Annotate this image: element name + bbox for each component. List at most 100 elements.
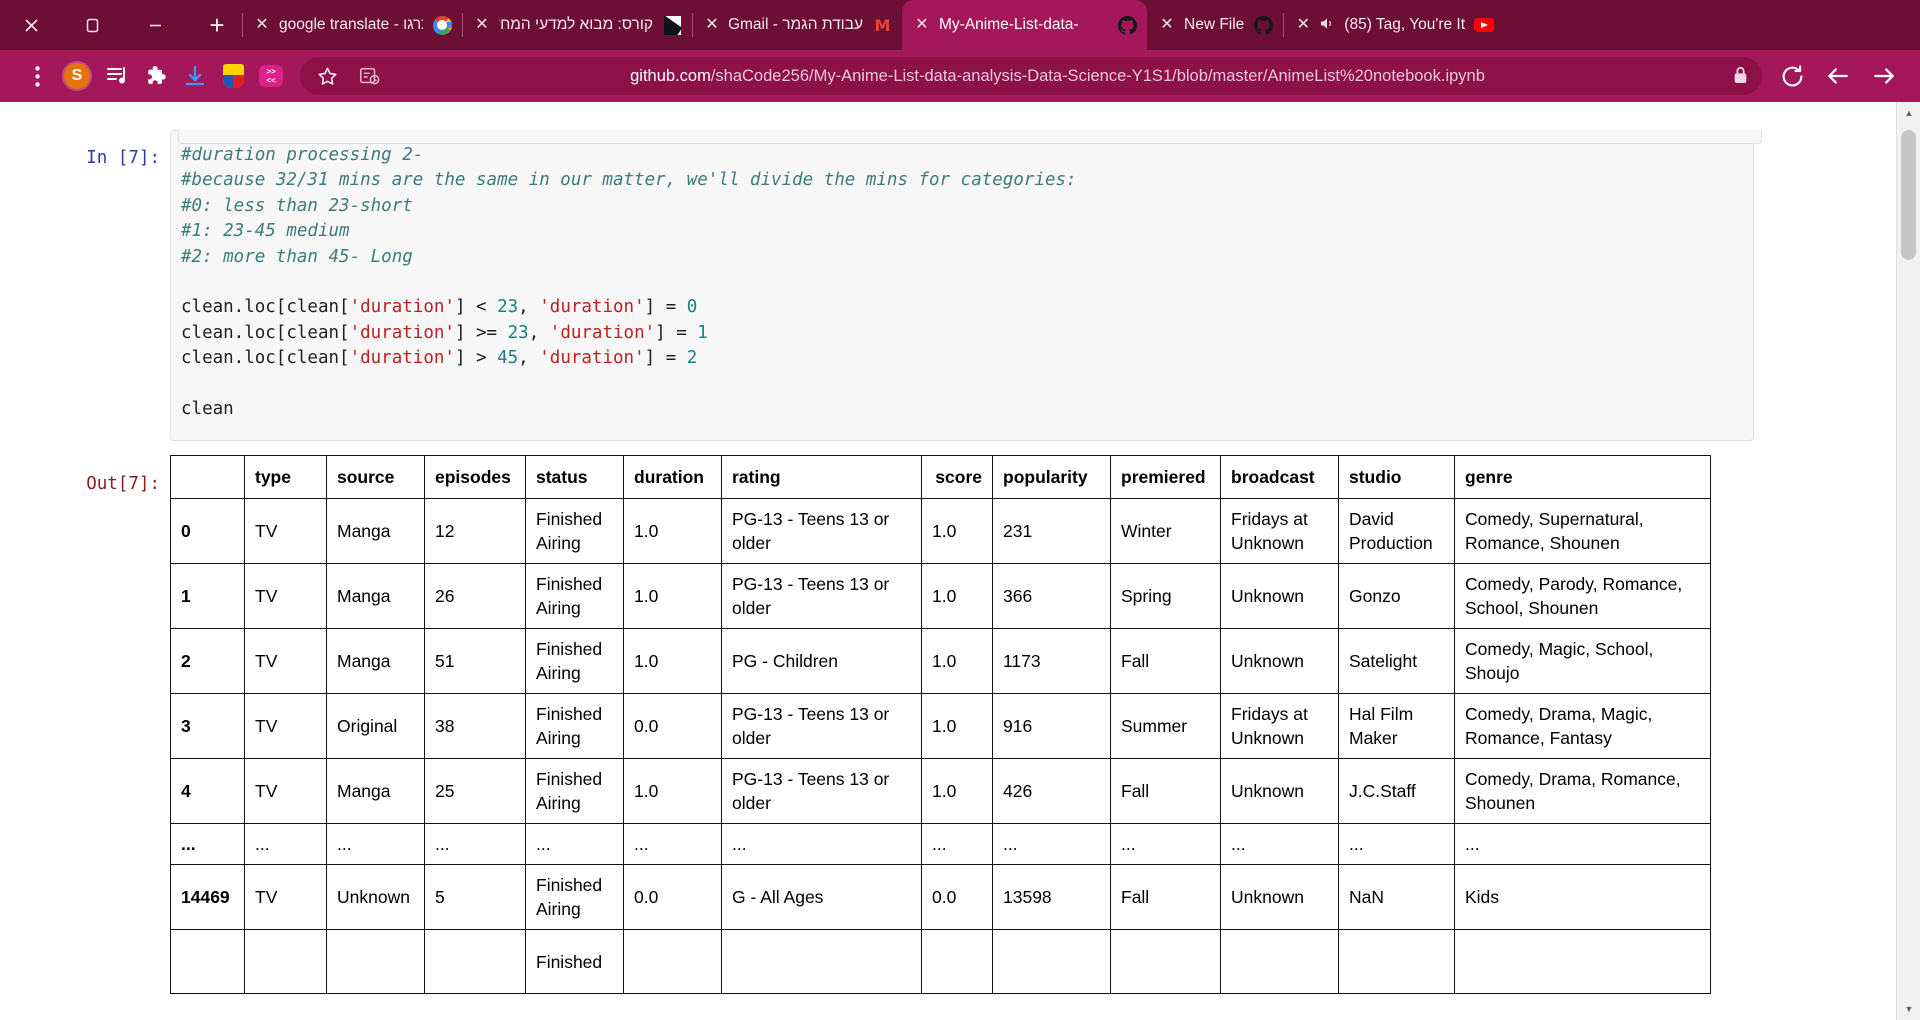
- close-icon[interactable]: ✕: [1295, 17, 1311, 33]
- avatar[interactable]: S: [62, 61, 92, 91]
- scroll-up-arrow[interactable]: ▲: [1897, 102, 1920, 124]
- tab-youtube-tag-youre-it[interactable]: ✕ (85) Tag, You're It: [1283, 0, 1504, 50]
- cell-status: Finished Airing: [525, 498, 624, 565]
- cell-type: [244, 929, 327, 995]
- tab-moodle-course[interactable]: ✕ קורס: מבוא למדעי המחשב: [462, 0, 692, 50]
- url-domain: github.com: [630, 66, 711, 85]
- column-header-status: status: [525, 455, 624, 500]
- close-icon[interactable]: ✕: [1159, 17, 1175, 33]
- tab-gmail[interactable]: ✕ עבודת הגמר - Gmail M: [692, 0, 902, 50]
- dataframe-table: type source episodes status duration rat…: [170, 455, 1711, 995]
- forward-arrow-icon[interactable]: [1864, 56, 1904, 96]
- cell-popularity: 1173: [992, 628, 1111, 695]
- cell-source: Manga: [326, 628, 425, 695]
- cell-studio: David Production: [1338, 498, 1455, 565]
- extension-translate-icon[interactable]: >> <<: [252, 57, 290, 95]
- code-editor[interactable]: #duration processing 2- #because 32/31 m…: [170, 130, 1754, 442]
- three-dots-vertical-icon[interactable]: [18, 57, 56, 95]
- cell-source: [326, 929, 425, 995]
- cell-popularity: 426: [992, 758, 1111, 825]
- url-path: /shaCode256/My-Anime-List-data-analysis-…: [710, 66, 1485, 85]
- lock-icon[interactable]: [1733, 66, 1748, 87]
- cell-score: 1.0: [921, 758, 993, 825]
- cell-duration: 1.0: [623, 758, 722, 825]
- dataframe-output: type source episodes status duration rat…: [170, 455, 1711, 995]
- cell-episodes: 5: [424, 864, 526, 931]
- youtube-icon: [1474, 15, 1495, 35]
- row-index: 0: [170, 498, 245, 565]
- cell-status: Finished Airing: [525, 758, 624, 825]
- column-header-duration: duration: [623, 455, 722, 500]
- star-icon[interactable]: [308, 57, 346, 95]
- cell-episodes: 12: [424, 498, 526, 565]
- cell-rating: PG-13 - Teens 13 or older: [721, 498, 922, 565]
- cell-duration: 1.0: [623, 628, 722, 695]
- cell-rating: G - All Ages: [721, 864, 922, 931]
- github-icon: [1253, 15, 1273, 35]
- cell-broadcast: Unknown: [1220, 864, 1339, 931]
- tab-new-file[interactable]: ✕ New File: [1147, 0, 1283, 50]
- gmail-icon: M: [874, 15, 891, 35]
- qr-share-icon[interactable]: [350, 57, 388, 95]
- tab-google-translate[interactable]: ✕ google translate - תרגו: [242, 0, 462, 50]
- close-icon[interactable]: ✕: [254, 17, 270, 33]
- cell-broadcast: [1220, 929, 1339, 995]
- code-line: clean: [181, 399, 234, 420]
- cell-broadcast: Fridays at Unknown: [1220, 693, 1339, 760]
- cell-type: TV: [244, 693, 327, 760]
- table-row: Finished: [170, 929, 1711, 995]
- extension-shield-icon[interactable]: [214, 57, 252, 95]
- cell-source: Manga: [326, 563, 425, 630]
- close-icon[interactable]: ✕: [914, 17, 930, 33]
- cell-score: ...: [921, 823, 993, 866]
- table-header-row: type source episodes status duration rat…: [170, 455, 1711, 500]
- cell-rating: [721, 929, 922, 995]
- column-header-episodes: episodes: [424, 455, 526, 500]
- close-icon[interactable]: ✕: [704, 17, 720, 33]
- notebook-output-cell: Out[7]: type source episodes status dura…: [0, 455, 1896, 995]
- cell-source: Unknown: [326, 864, 425, 931]
- close-icon[interactable]: ✕: [474, 17, 490, 33]
- column-header-broadcast: broadcast: [1220, 455, 1339, 500]
- minimize-window-button[interactable]: [138, 8, 172, 42]
- cell-score: 1.0: [921, 628, 993, 695]
- cell-episodes: 38: [424, 693, 526, 760]
- column-header-rating: rating: [721, 455, 922, 500]
- cell-premiered: Winter: [1110, 498, 1221, 565]
- cell-status: Finished Airing: [525, 693, 624, 760]
- page-scrollbar[interactable]: ▲ ▼: [1896, 102, 1920, 1020]
- cell-source: Manga: [326, 498, 425, 565]
- cell-duration: 0.0: [623, 693, 722, 760]
- address-bar[interactable]: github.com/shaCode256/My-Anime-List-data…: [300, 57, 1762, 95]
- cell-duration: 1.0: [623, 498, 722, 565]
- new-tab-button[interactable]: +: [192, 0, 242, 50]
- speaker-icon[interactable]: [1320, 17, 1335, 33]
- cell-broadcast: ...: [1220, 823, 1339, 866]
- cell-broadcast: Unknown: [1220, 628, 1339, 695]
- code-line: clean.loc[clean['duration'] > 45, 'durat…: [181, 348, 698, 369]
- cell-studio: Gonzo: [1338, 563, 1455, 630]
- close-window-button[interactable]: [14, 8, 48, 42]
- cell-premiered: Summer: [1110, 693, 1221, 760]
- reload-icon[interactable]: [1772, 56, 1812, 96]
- cell-popularity: 916: [992, 693, 1111, 760]
- extensions-puzzle-icon[interactable]: [138, 57, 176, 95]
- scrollbar-thumb[interactable]: [1901, 130, 1916, 260]
- cell-status: Finished Airing: [525, 864, 624, 931]
- downloads-icon[interactable]: [176, 57, 214, 95]
- back-arrow-icon[interactable]: [1818, 56, 1858, 96]
- url-text[interactable]: github.com/shaCode256/My-Anime-List-data…: [392, 67, 1723, 86]
- playlist-music-icon[interactable]: [100, 57, 138, 95]
- table-row: 2 TV Manga 51 Finished Airing 1.0 PG - C…: [170, 628, 1711, 695]
- tab-my-anime-list-data[interactable]: ✕ My-Anime-List-data-: [902, 0, 1147, 50]
- cell-episodes: [424, 929, 526, 995]
- scroll-down-arrow[interactable]: ▼: [1897, 998, 1920, 1020]
- row-index: 4: [170, 758, 245, 825]
- restore-window-button[interactable]: [76, 8, 110, 42]
- cell-episodes: ...: [424, 823, 526, 866]
- cell-popularity: 366: [992, 563, 1111, 630]
- cell-studio: NaN: [1338, 864, 1455, 931]
- cell-premiered: Fall: [1110, 758, 1221, 825]
- cell-broadcast: Unknown: [1220, 563, 1339, 630]
- output-prompt-label: Out[7]:: [86, 474, 160, 495]
